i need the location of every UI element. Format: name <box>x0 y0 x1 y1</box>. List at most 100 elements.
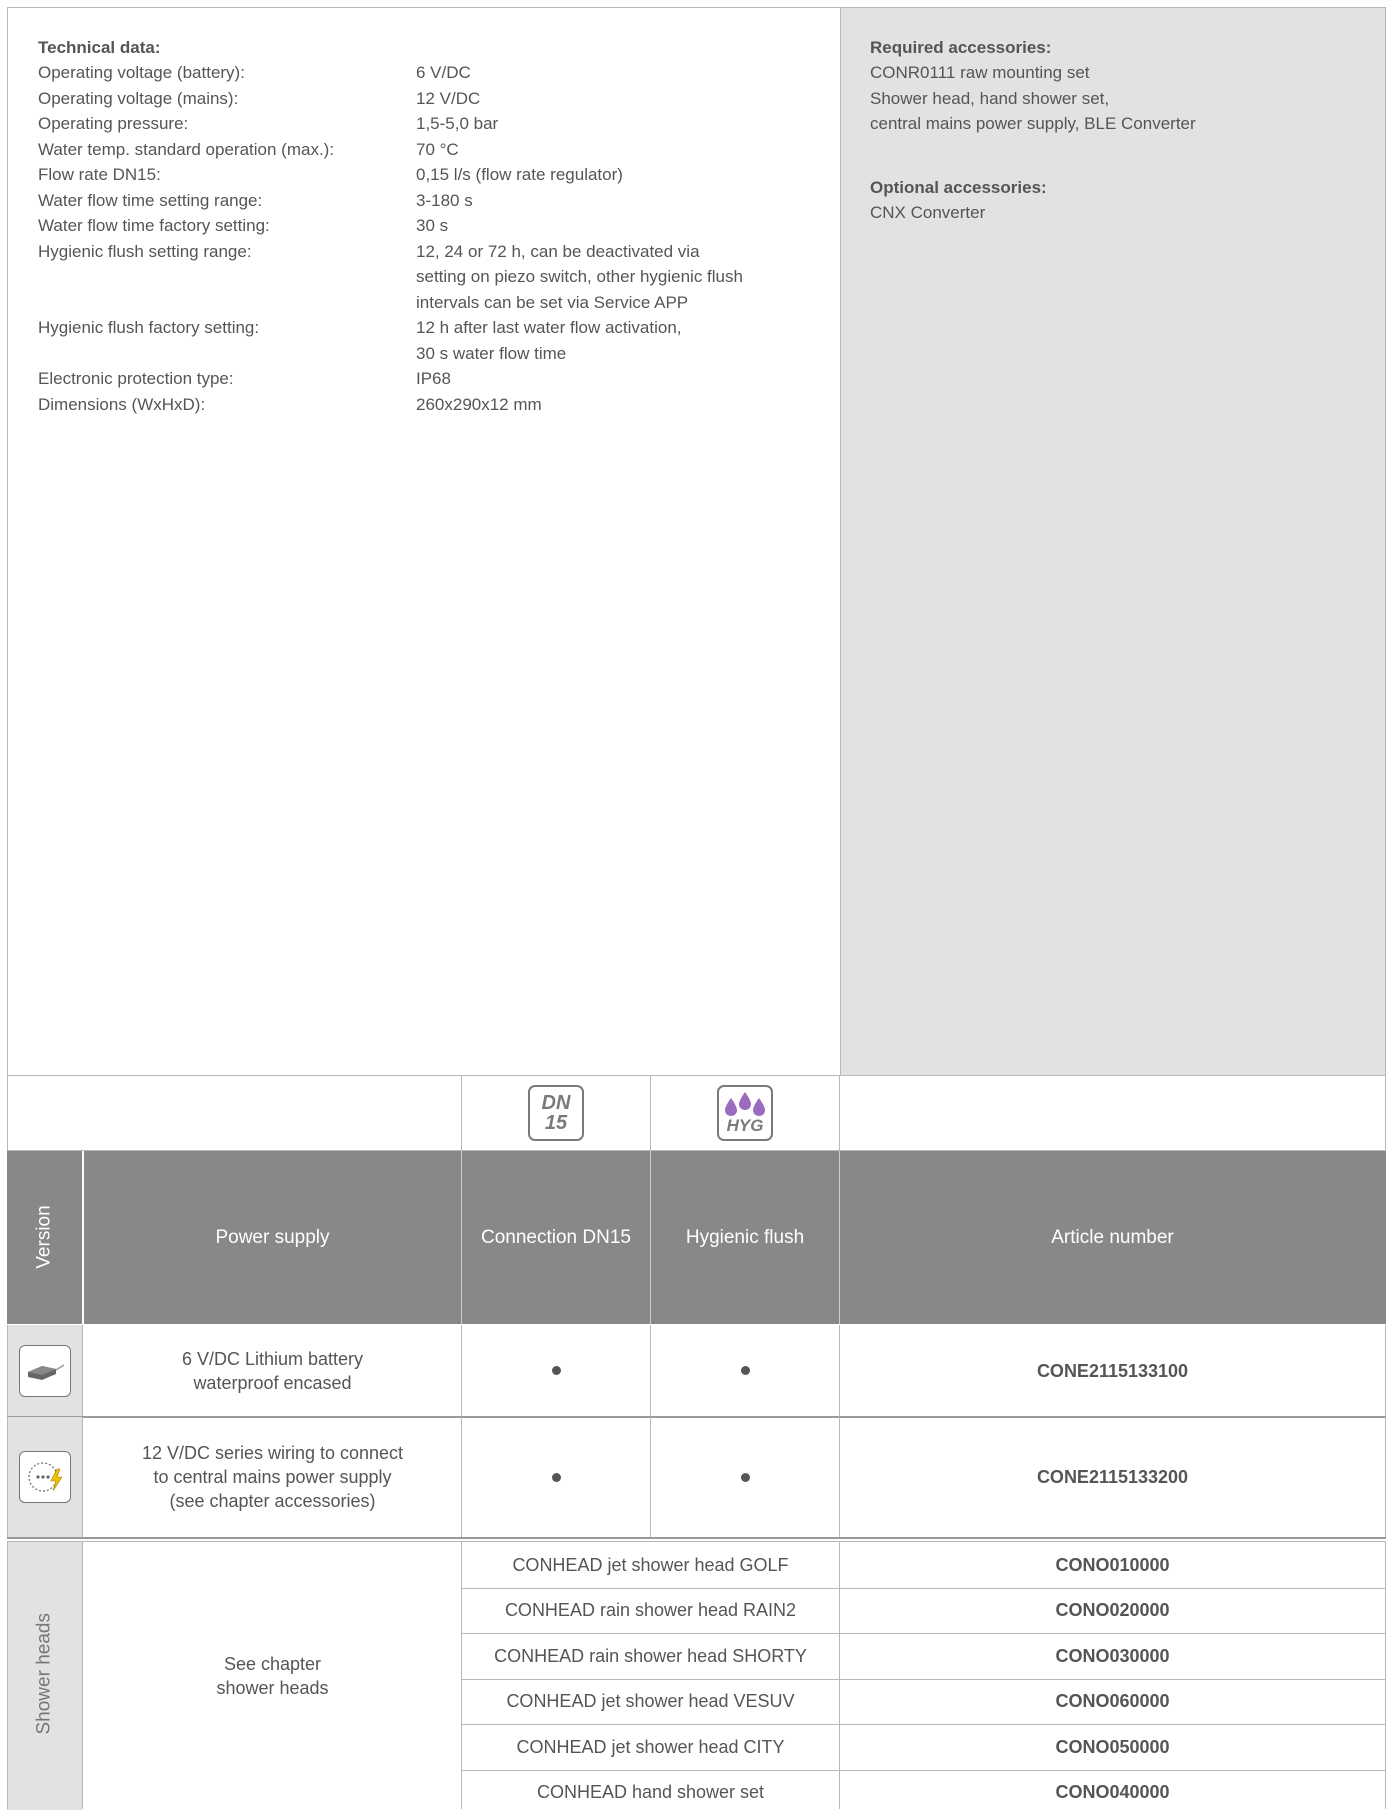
power-supply-cell: 6 V/DC Lithium batterywaterproof encased <box>84 1325 461 1416</box>
divider <box>461 1588 1386 1589</box>
divider <box>461 1724 1386 1725</box>
divider <box>7 1537 1386 1539</box>
tech-label: Water temp. standard operation (max.): <box>38 137 334 163</box>
divider <box>82 1541 83 1809</box>
accessory-line: CONR0111 raw mounting set <box>870 60 1370 86</box>
power-supply-line: waterproof encased <box>193 1371 351 1395</box>
divider <box>650 1417 651 1537</box>
tech-value: 12, 24 or 72 h, can be deactivated via <box>416 239 700 265</box>
shower-heads-side: Shower heads <box>7 1542 82 1810</box>
header-connection-dn15: Connection DN15 <box>462 1151 650 1324</box>
header-version: Version <box>34 1200 56 1275</box>
divider <box>650 1076 651 1151</box>
shower-head-article: CONO010000 <box>840 1542 1385 1588</box>
tech-value: 3-180 s <box>416 188 473 214</box>
shower-head-article: CONO060000 <box>840 1679 1385 1725</box>
power-supply-line: 12 V/DC series wiring to connect <box>142 1441 403 1465</box>
divider <box>7 1325 8 1416</box>
version-cell <box>7 1325 82 1416</box>
required-accessories-title: Required accessories: <box>870 35 1051 61</box>
tech-label: Water flow time setting range: <box>38 188 262 214</box>
header-hygienic-flush: Hygienic flush <box>651 1151 839 1324</box>
see-chapter-cell: See chaptershower heads <box>84 1542 461 1810</box>
tech-value: 12 V/DC <box>416 86 480 112</box>
divider <box>82 1417 83 1537</box>
optional-accessories-list: CNX Converter <box>870 200 1370 226</box>
power-supply-line: (see chapter accessories) <box>169 1489 375 1513</box>
shower-head-name: CONHEAD hand shower set <box>462 1770 839 1815</box>
check-dot <box>552 1473 561 1482</box>
see-chapter-line: See chapter <box>224 1652 321 1676</box>
see-chapter-line: shower heads <box>216 1676 328 1700</box>
optional-accessories-title: Optional accessories: <box>870 175 1047 201</box>
tech-label: Operating voltage (battery): <box>38 60 245 86</box>
tech-value: 70 °C <box>416 137 459 163</box>
accessory-line: Shower head, hand shower set, <box>870 86 1370 112</box>
tech-label: Operating voltage (mains): <box>38 86 238 112</box>
tech-value: intervals can be set via Service APP <box>416 290 688 316</box>
shower-head-name: CONHEAD rain shower head RAIN2 <box>462 1588 839 1634</box>
divider <box>839 1541 840 1809</box>
accessory-line: CNX Converter <box>870 200 1370 226</box>
connection-dn15-cell <box>462 1325 650 1416</box>
version-cell <box>7 1417 82 1537</box>
divider <box>82 1325 83 1416</box>
connection-dn15-cell <box>462 1417 650 1537</box>
divider <box>839 1417 840 1537</box>
dn15-icon-bottom: 15 <box>545 1113 567 1133</box>
divider <box>7 1541 8 1809</box>
shower-head-name: CONHEAD jet shower head GOLF <box>462 1542 839 1588</box>
hygienic-flush-cell <box>651 1417 839 1537</box>
divider <box>461 1633 1386 1634</box>
divider <box>839 1325 840 1416</box>
check-dot <box>552 1366 561 1375</box>
divider <box>461 1679 1386 1680</box>
dn15-icon-top: DN <box>542 1093 571 1113</box>
power-supply-cell: 12 V/DC series wiring to connectto centr… <box>84 1417 461 1537</box>
divider <box>650 1325 651 1416</box>
tech-value: 0,15 l/s (flow rate regulator) <box>416 162 623 188</box>
tech-value: 260x290x12 mm <box>416 392 542 418</box>
divider <box>1385 1076 1386 1151</box>
tech-label: Electronic protection type: <box>38 366 234 392</box>
shower-head-name: CONHEAD jet shower head CITY <box>462 1724 839 1770</box>
header-article-number: Article number <box>840 1151 1385 1324</box>
table-row: 12 V/DC series wiring to connectto centr… <box>7 1417 1386 1537</box>
accessory-line: central mains power supply, BLE Converte… <box>870 111 1370 137</box>
shower-head-article: CONO030000 <box>840 1633 1385 1679</box>
divider <box>461 1770 1386 1771</box>
power-supply-line: 6 V/DC Lithium battery <box>182 1347 363 1371</box>
divider <box>7 1417 8 1537</box>
shower-head-article: CONO050000 <box>840 1724 1385 1770</box>
shower-head-article: CONO040000 <box>840 1770 1385 1815</box>
tech-label: Operating pressure: <box>38 111 188 137</box>
battery-icon <box>19 1345 71 1397</box>
hygienic-flush-cell <box>651 1325 839 1416</box>
article-number: CONE2115133100 <box>840 1325 1385 1416</box>
header-power-supply: Power supply <box>84 1151 461 1324</box>
tech-label: Dimensions (WxHxD): <box>38 392 205 418</box>
dn15-icon: DN 15 <box>528 1085 584 1141</box>
hygienic-flush-icon: HYG <box>717 1085 773 1141</box>
divider <box>461 1417 462 1537</box>
power-socket-icon <box>19 1451 71 1503</box>
divider <box>1385 1417 1386 1537</box>
tech-label: Water flow time factory setting: <box>38 213 270 239</box>
divider <box>461 1076 462 1151</box>
divider <box>839 1076 840 1151</box>
tech-value: 6 V/DC <box>416 60 471 86</box>
required-accessories-list: CONR0111 raw mounting setShower head, ha… <box>870 60 1370 137</box>
hyg-icon-label: HYG <box>719 1116 771 1136</box>
tech-value: 30 s water flow time <box>416 341 566 367</box>
divider <box>461 1541 462 1809</box>
tech-value: 1,5-5,0 bar <box>416 111 498 137</box>
divider <box>1385 1541 1386 1809</box>
article-number: CONE2115133200 <box>840 1417 1385 1537</box>
tech-label: Hygienic flush factory setting: <box>38 315 259 341</box>
shower-head-article: CONO020000 <box>840 1588 1385 1634</box>
shower-table: Shower headsSee chaptershower headsCONHE… <box>7 1541 1386 1809</box>
tech-label: Flow rate DN15: <box>38 162 161 188</box>
power-supply-line: to central mains power supply <box>153 1465 391 1489</box>
divider <box>461 1325 462 1416</box>
tech-value: IP68 <box>416 366 451 392</box>
